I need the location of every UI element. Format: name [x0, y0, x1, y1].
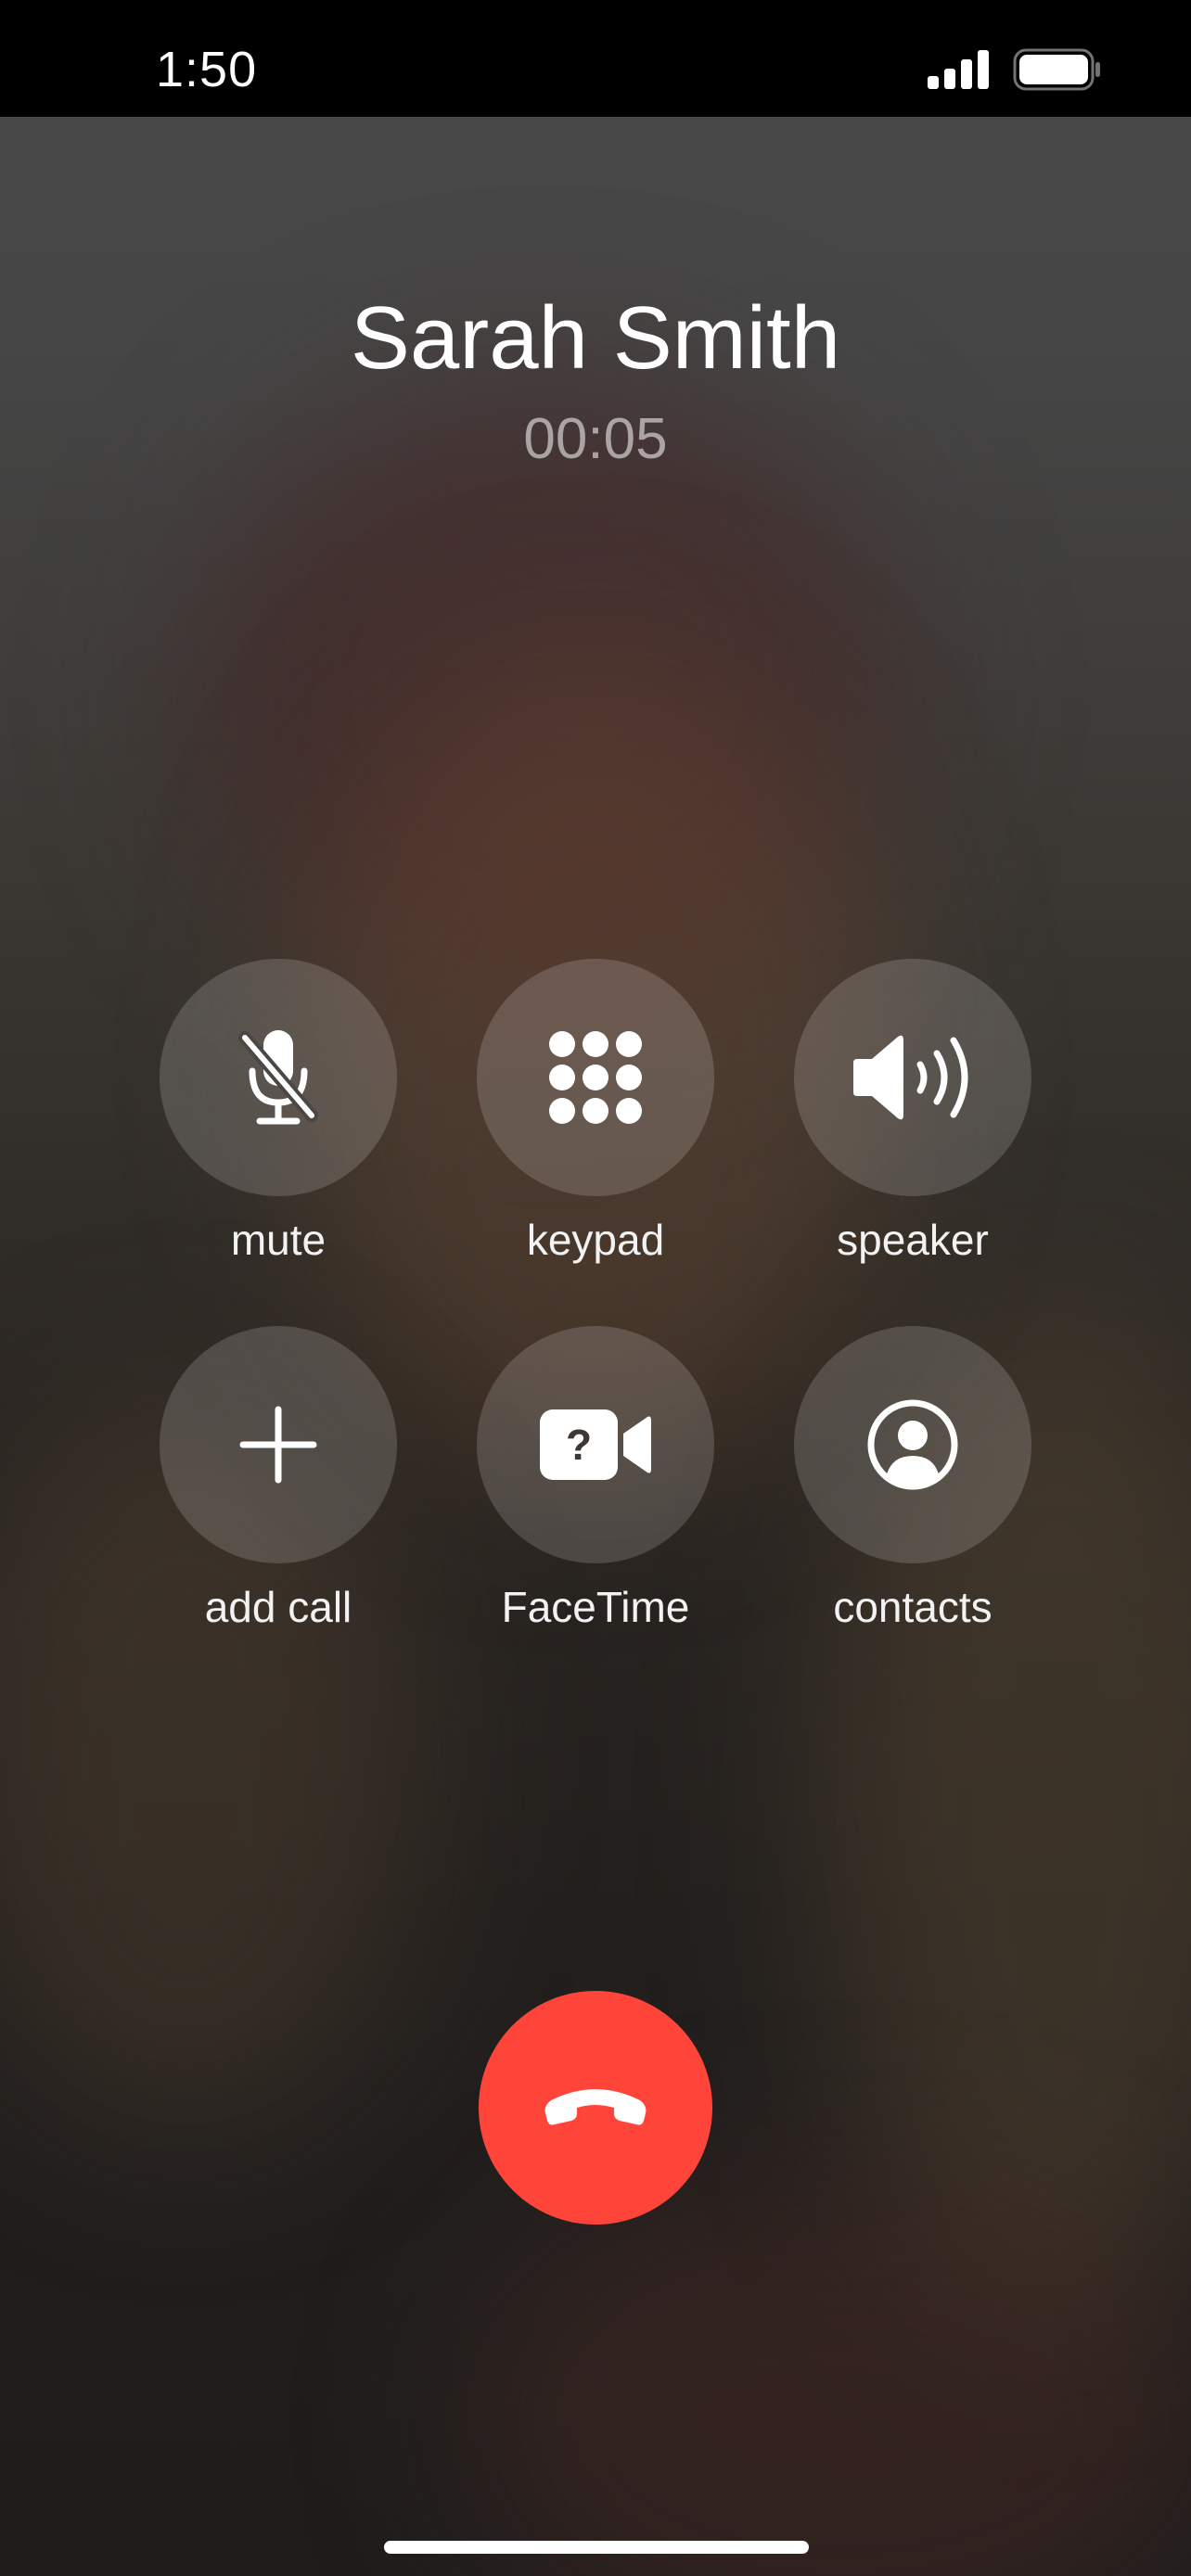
speaker-button[interactable]: speaker: [794, 959, 1031, 1265]
keypad-label: keypad: [526, 1216, 665, 1264]
home-indicator[interactable]: [384, 2541, 809, 2554]
cellular-signal-icon: [928, 50, 989, 89]
person-circle-icon: [867, 1399, 958, 1490]
speaker-wave-icon: [853, 1035, 968, 1120]
mic-slash-icon: [238, 1030, 318, 1125]
add-call-circle[interactable]: [160, 1326, 397, 1563]
video-question-icon: ?: [540, 1409, 651, 1480]
svg-text:?: ?: [566, 1421, 592, 1469]
keypad-circle[interactable]: [477, 959, 714, 1196]
add-call-label: add call: [204, 1583, 352, 1631]
mute-label: mute: [230, 1216, 327, 1264]
plus-icon: [239, 1406, 317, 1484]
status-time: 1:50: [156, 42, 258, 97]
speaker-label: speaker: [837, 1216, 989, 1264]
keypad-button[interactable]: keypad: [477, 959, 714, 1265]
add-call-button[interactable]: add call: [160, 1326, 397, 1632]
keypad-icon: [549, 1031, 642, 1124]
mute-circle[interactable]: [160, 959, 397, 1196]
status-bar: 1:50: [0, 0, 1191, 117]
facetime-label: FaceTime: [501, 1583, 690, 1631]
contacts-label: contacts: [833, 1583, 992, 1631]
end-call-button[interactable]: [479, 1991, 712, 2225]
background-blur: [464, 2179, 1191, 2576]
end-call-icon: [544, 2089, 647, 2125]
call-screen: 1:50 Sarah Smith 00:05 mute keypad speak…: [0, 0, 1191, 2576]
caller-name: Sarah Smith: [350, 288, 841, 388]
battery-icon: [1013, 48, 1100, 91]
speaker-circle[interactable]: [794, 959, 1031, 1196]
caller-info: Sarah Smith 00:05: [0, 287, 1191, 472]
contacts-circle[interactable]: [794, 1326, 1031, 1563]
mute-button[interactable]: mute: [160, 959, 397, 1265]
contacts-button[interactable]: contacts: [794, 1326, 1031, 1632]
call-timer: 00:05: [523, 407, 668, 471]
facetime-circle[interactable]: ?: [477, 1326, 714, 1563]
facetime-button[interactable]: ? FaceTime: [477, 1326, 714, 1632]
